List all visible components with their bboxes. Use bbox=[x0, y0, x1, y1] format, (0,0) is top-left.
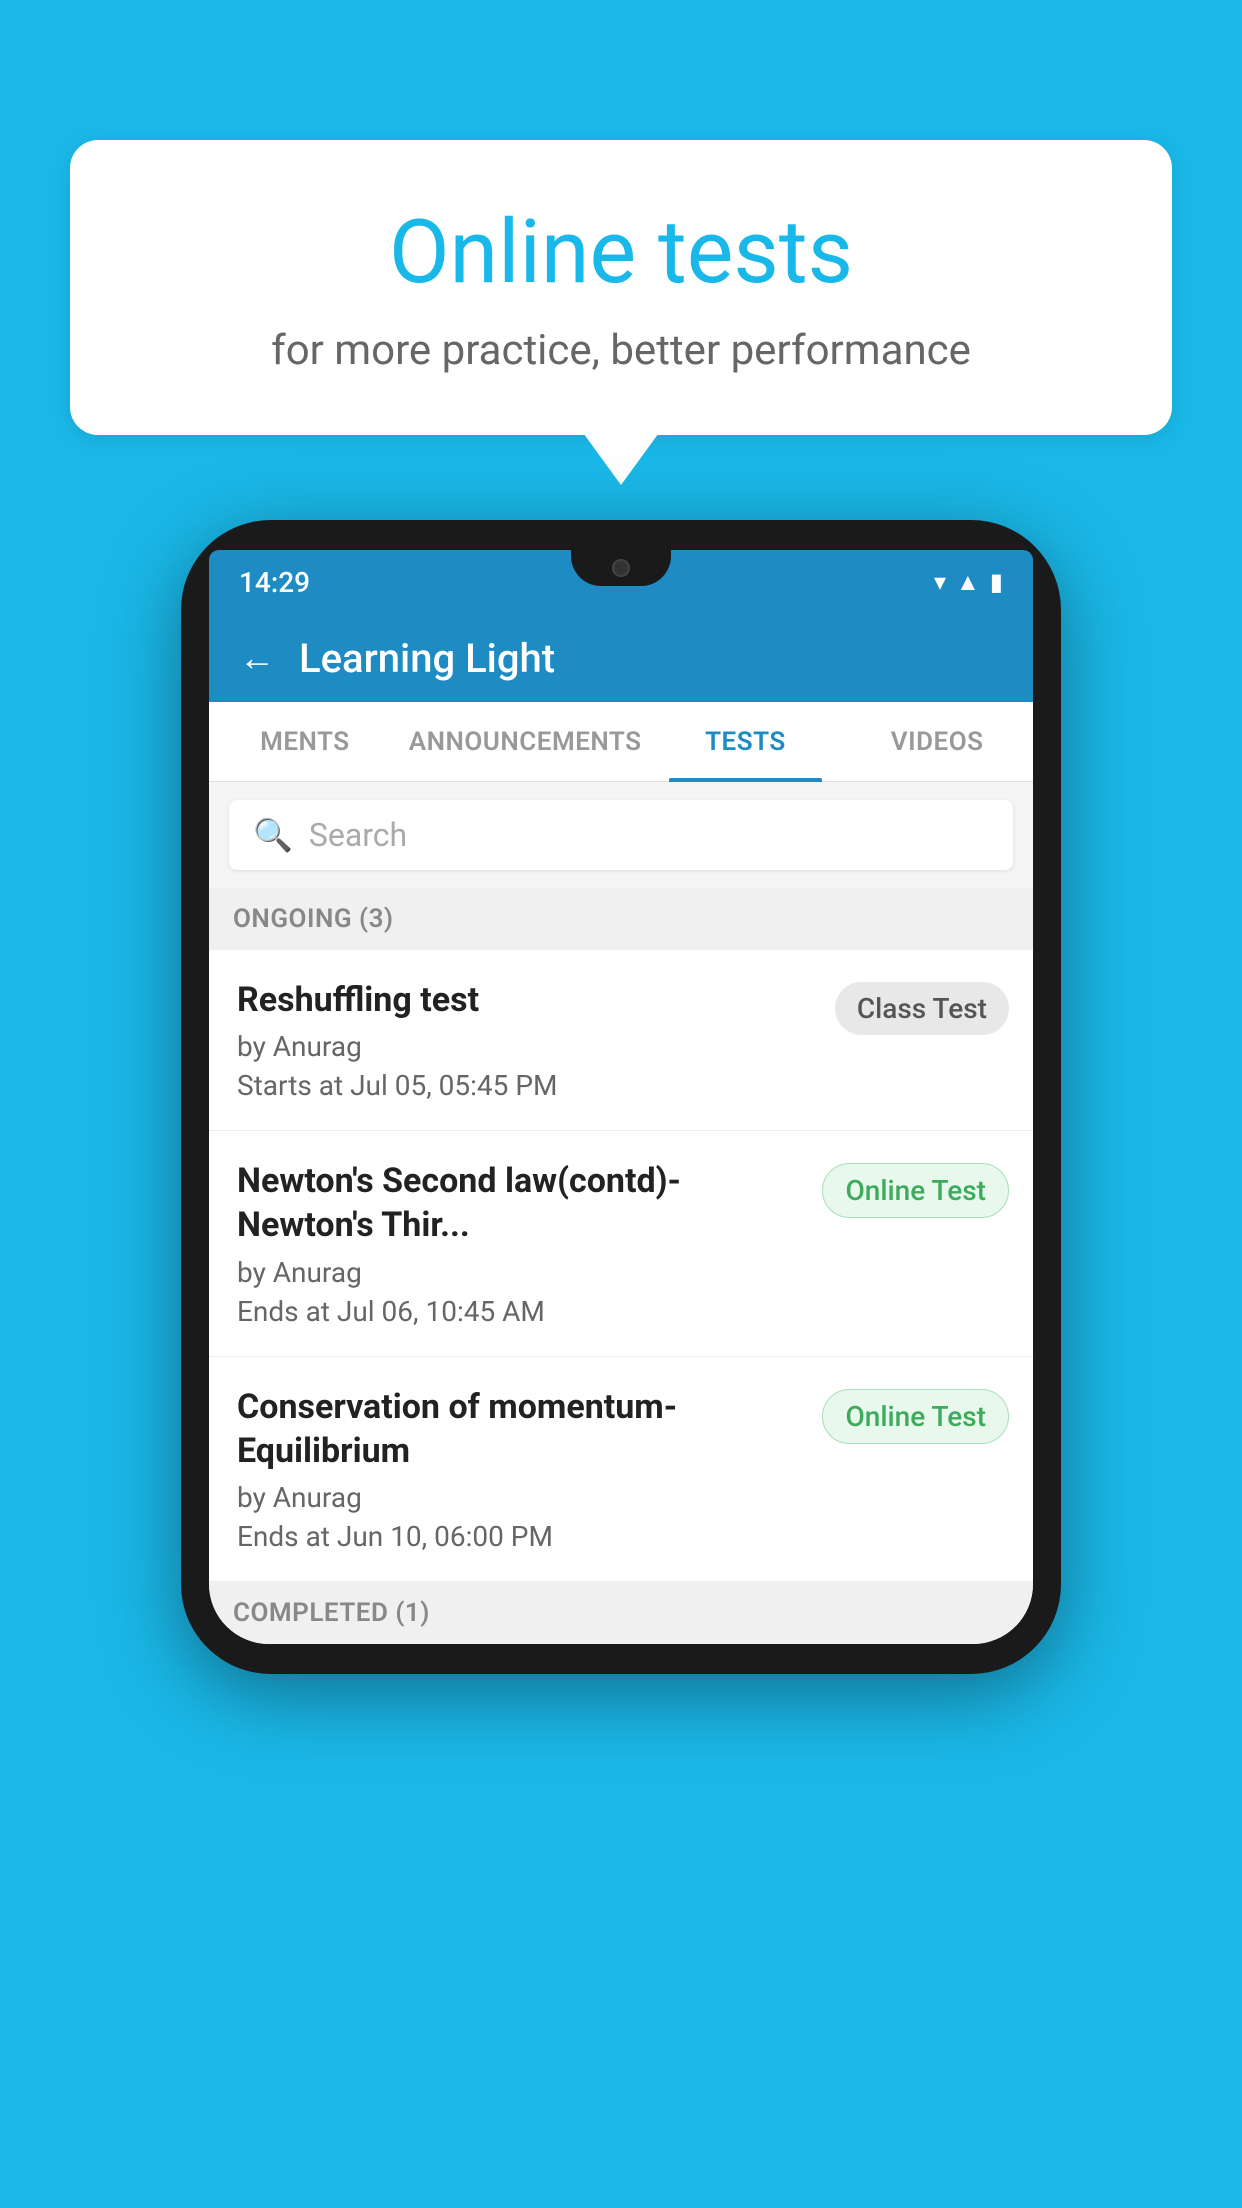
test-item-content: Reshuffling test by Anurag Starts at Jul… bbox=[237, 978, 819, 1102]
signal-icon: ▲ bbox=[956, 568, 980, 597]
tab-tests[interactable]: TESTS bbox=[650, 702, 842, 782]
speech-bubble: Online tests for more practice, better p… bbox=[70, 140, 1172, 435]
tab-ments[interactable]: MENTS bbox=[209, 702, 401, 782]
tab-announcements[interactable]: ANNOUNCEMENTS bbox=[401, 702, 650, 782]
test-badge-class: Class Test bbox=[835, 982, 1009, 1035]
test-badge-online-2: Online Test bbox=[822, 1389, 1009, 1444]
app-header: ← Learning Light bbox=[209, 614, 1033, 702]
test-badge-online: Online Test bbox=[822, 1163, 1009, 1218]
search-bar[interactable]: 🔍 Search bbox=[229, 800, 1013, 870]
search-placeholder: Search bbox=[309, 816, 407, 854]
ongoing-section-label: ONGOING (3) bbox=[209, 888, 1033, 950]
test-item[interactable]: Conservation of momentum-Equilibrium by … bbox=[209, 1357, 1033, 1582]
test-date: Ends at Jul 06, 10:45 AM bbox=[237, 1295, 806, 1328]
test-item[interactable]: Reshuffling test by Anurag Starts at Jul… bbox=[209, 950, 1033, 1131]
search-container: 🔍 Search bbox=[209, 782, 1033, 888]
tabs-bar: MENTS ANNOUNCEMENTS TESTS VIDEOS bbox=[209, 702, 1033, 782]
test-date: Starts at Jul 05, 05:45 PM bbox=[237, 1069, 819, 1102]
test-item[interactable]: Newton's Second law(contd)-Newton's Thir… bbox=[209, 1131, 1033, 1356]
test-title: Newton's Second law(contd)-Newton's Thir… bbox=[237, 1159, 806, 1247]
completed-section-label: COMPLETED (1) bbox=[209, 1582, 1033, 1644]
status-icons: ▾ ▲ ▮ bbox=[934, 568, 1003, 597]
bubble-subtitle: for more practice, better performance bbox=[150, 326, 1092, 375]
tab-videos[interactable]: VIDEOS bbox=[841, 702, 1033, 782]
status-time: 14:29 bbox=[239, 566, 310, 599]
bubble-title: Online tests bbox=[150, 200, 1092, 306]
test-title: Conservation of momentum-Equilibrium bbox=[237, 1385, 806, 1473]
wifi-icon: ▾ bbox=[934, 568, 946, 596]
search-icon: 🔍 bbox=[253, 816, 293, 854]
app-title: Learning Light bbox=[299, 635, 555, 682]
phone-screen: ← Learning Light MENTS ANNOUNCEMENTS TES… bbox=[209, 614, 1033, 1644]
phone-frame: 14:29 ▾ ▲ ▮ ← Learning Light MENTS ANNOU… bbox=[181, 520, 1061, 1674]
test-author: by Anurag bbox=[237, 1256, 806, 1289]
battery-icon: ▮ bbox=[990, 568, 1003, 596]
phone-wrapper: 14:29 ▾ ▲ ▮ ← Learning Light MENTS ANNOU… bbox=[181, 520, 1061, 1674]
test-item-content: Newton's Second law(contd)-Newton's Thir… bbox=[237, 1159, 806, 1327]
back-button[interactable]: ← bbox=[239, 637, 275, 679]
test-author: by Anurag bbox=[237, 1030, 819, 1063]
phone-camera bbox=[612, 559, 630, 577]
test-author: by Anurag bbox=[237, 1481, 806, 1514]
test-item-content: Conservation of momentum-Equilibrium by … bbox=[237, 1385, 806, 1553]
phone-notch bbox=[571, 550, 671, 586]
test-title: Reshuffling test bbox=[237, 978, 819, 1022]
test-date: Ends at Jun 10, 06:00 PM bbox=[237, 1520, 806, 1553]
